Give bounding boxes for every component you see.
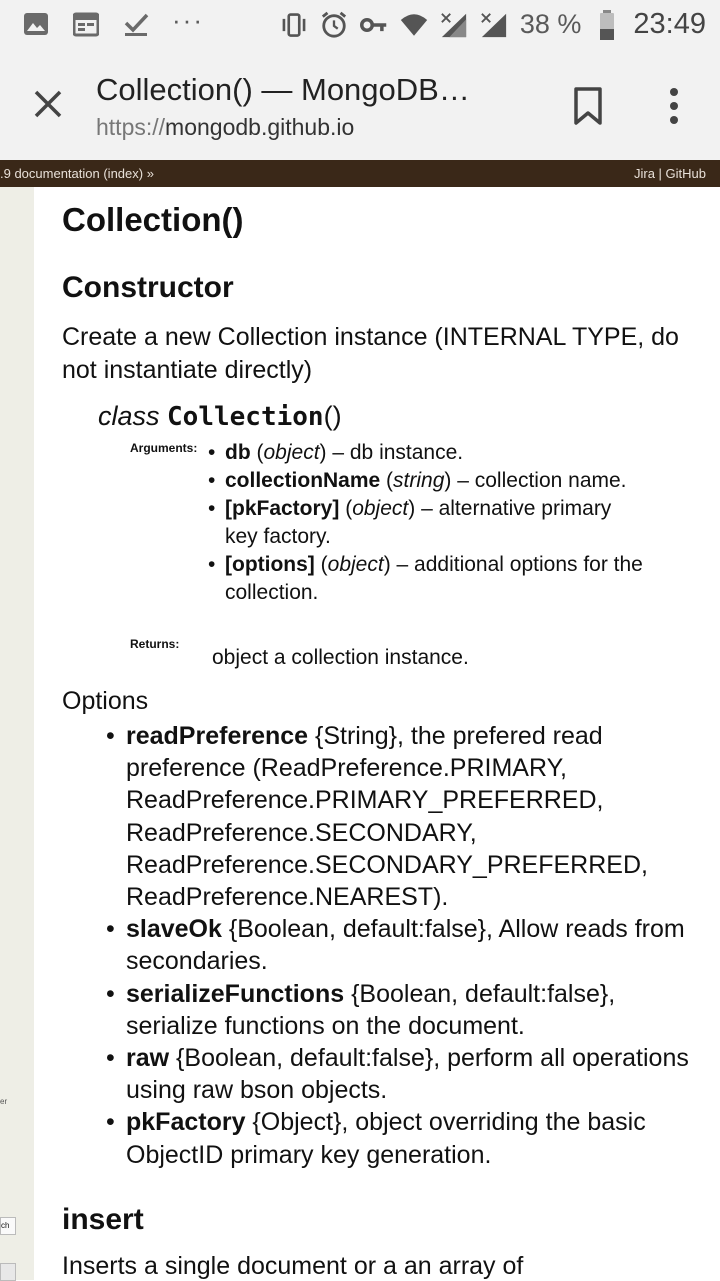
sig-parens: () bbox=[323, 401, 342, 431]
clock: 23:49 bbox=[633, 8, 706, 40]
notification-icons: ··· bbox=[22, 5, 204, 38]
list-item: collectionName (string) – collection nam… bbox=[208, 467, 648, 495]
options-title: Options bbox=[62, 687, 149, 715]
battery-percent: 38 % bbox=[519, 9, 582, 39]
status-bar: ··· 38 % 23:49 bbox=[0, 0, 720, 50]
more-notifications: ··· bbox=[172, 4, 204, 35]
sig-name: Collection bbox=[167, 402, 324, 432]
wifi-icon bbox=[400, 11, 428, 39]
url-scheme: https:// bbox=[96, 114, 166, 140]
page-url[interactable]: https://mongodb.github.io bbox=[96, 114, 354, 141]
list-item: [options] (object) – additional options … bbox=[208, 551, 648, 607]
doc-index-link[interactable]: .9 documentation (index) » bbox=[0, 166, 154, 181]
overflow-menu-icon[interactable] bbox=[662, 86, 686, 126]
system-icons: 38 % 23:49 bbox=[280, 8, 706, 41]
insert-heading: insert bbox=[62, 1203, 144, 1236]
list-item: [pkFactory] (object) – alternative prima… bbox=[208, 495, 648, 551]
jira-github-links[interactable]: Jira | GitHub bbox=[634, 166, 706, 181]
bookmark-icon[interactable] bbox=[572, 86, 604, 126]
class-signature: class Collection() bbox=[98, 401, 342, 432]
insert-description: Inserts a single document or a an array … bbox=[62, 1252, 524, 1280]
sig-keyword: class bbox=[98, 401, 160, 431]
sidebar-fragment: er bbox=[0, 1097, 8, 1106]
image-icon bbox=[22, 10, 50, 38]
calendar-icon bbox=[72, 10, 100, 38]
doc-title: Collection() bbox=[62, 201, 244, 238]
check-icon bbox=[122, 10, 150, 38]
list-item: db (object) – db instance. bbox=[208, 439, 648, 467]
key-icon bbox=[359, 11, 388, 39]
page-title: Collection() — MongoDB… bbox=[96, 72, 470, 107]
arguments-label: Arguments: bbox=[130, 441, 198, 455]
list-item: pkFactory {Object}, object overriding th… bbox=[106, 1106, 696, 1170]
arguments-list: db (object) – db instance. collectionNam… bbox=[208, 439, 648, 607]
battery-icon bbox=[593, 9, 621, 40]
sidebar-button-fragment[interactable] bbox=[0, 1263, 16, 1281]
options-list: readPreference {String}, the prefered re… bbox=[106, 720, 696, 1171]
alarm-icon bbox=[320, 11, 348, 39]
list-item: serializeFunctions {Boolean, default:fal… bbox=[106, 978, 696, 1042]
returns-value: object a collection instance. bbox=[212, 646, 469, 669]
sidebar-search-fragment[interactable]: ch bbox=[0, 1217, 16, 1235]
constructor-heading: Constructor bbox=[62, 271, 234, 304]
list-item: slaveOk {Boolean, default:false}, Allow … bbox=[106, 913, 696, 977]
close-icon[interactable] bbox=[28, 84, 68, 124]
doc-nav-bar: .9 documentation (index) » Jira | GitHub bbox=[0, 160, 720, 187]
signal-x-icon bbox=[480, 11, 508, 39]
url-host: mongodb.github.io bbox=[165, 114, 355, 140]
sidebar-strip: er ch bbox=[0, 187, 34, 1281]
signal-x-icon bbox=[440, 11, 468, 39]
vibrate-icon bbox=[280, 11, 308, 39]
returns-label: Returns: bbox=[130, 637, 180, 651]
browser-toolbar: Collection() — MongoDB… https://mongodb.… bbox=[0, 50, 720, 160]
constructor-description: Create a new Collection instance (INTERN… bbox=[62, 323, 679, 384]
list-item: readPreference {String}, the prefered re… bbox=[106, 720, 696, 913]
list-item: raw {Boolean, default:false}, perform al… bbox=[106, 1042, 696, 1106]
